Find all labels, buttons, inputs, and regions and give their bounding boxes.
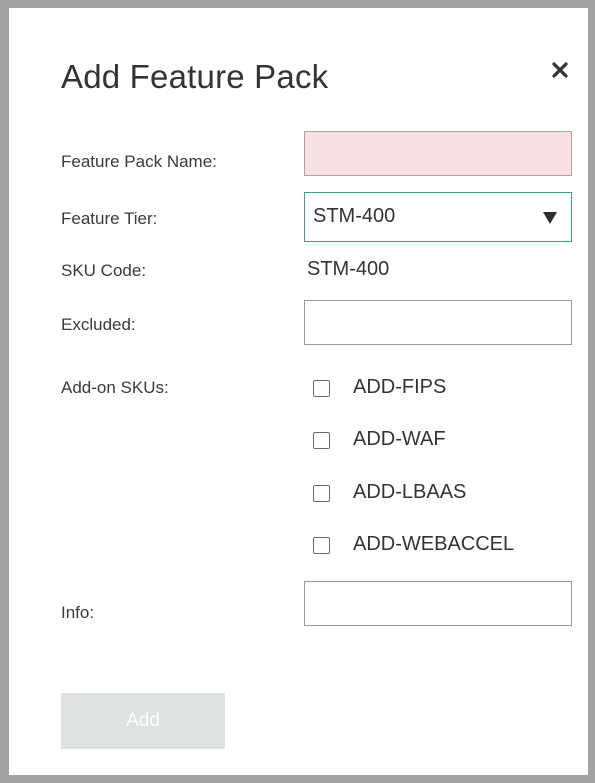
checkbox[interactable] [313,380,330,397]
dropdown-arrow-icon [543,211,557,229]
feature-tier-label: Feature Tier: [61,209,158,228]
sku-code-label: SKU Code: [61,261,147,280]
addon-sku-label: ADD-LBAAS [353,481,467,503]
sku-code-value: STM-400 [307,258,390,280]
addon-sku-label: ADD-WEBACCEL [353,533,515,555]
addon-skus-label: Add-on SKUs: [61,378,169,397]
add-button[interactable]: Add [61,693,225,749]
checkbox[interactable] [313,537,330,554]
feature-pack-name-label: Feature Pack Name: [61,152,217,171]
feature-tier-select[interactable]: STM-400 [304,192,572,242]
feature-pack-name-input[interactable] [304,131,572,176]
feature-tier-selected-value: STM-400 [313,205,396,227]
addon-sku-label: ADD-FIPS [353,376,447,398]
excluded-label: Excluded: [61,315,136,334]
info-label: Info: [61,603,95,622]
checkbox[interactable] [313,432,330,449]
excluded-input[interactable] [304,300,572,345]
add-feature-pack-dialog: Add Feature Pack Feature Pack Name: Feat… [0,0,595,783]
close-icon[interactable] [548,58,572,82]
addon-sku-label: ADD-WAF [353,428,446,450]
dialog-title: Add Feature Pack [61,58,329,95]
checkbox[interactable] [313,485,330,502]
info-input[interactable] [304,581,572,626]
